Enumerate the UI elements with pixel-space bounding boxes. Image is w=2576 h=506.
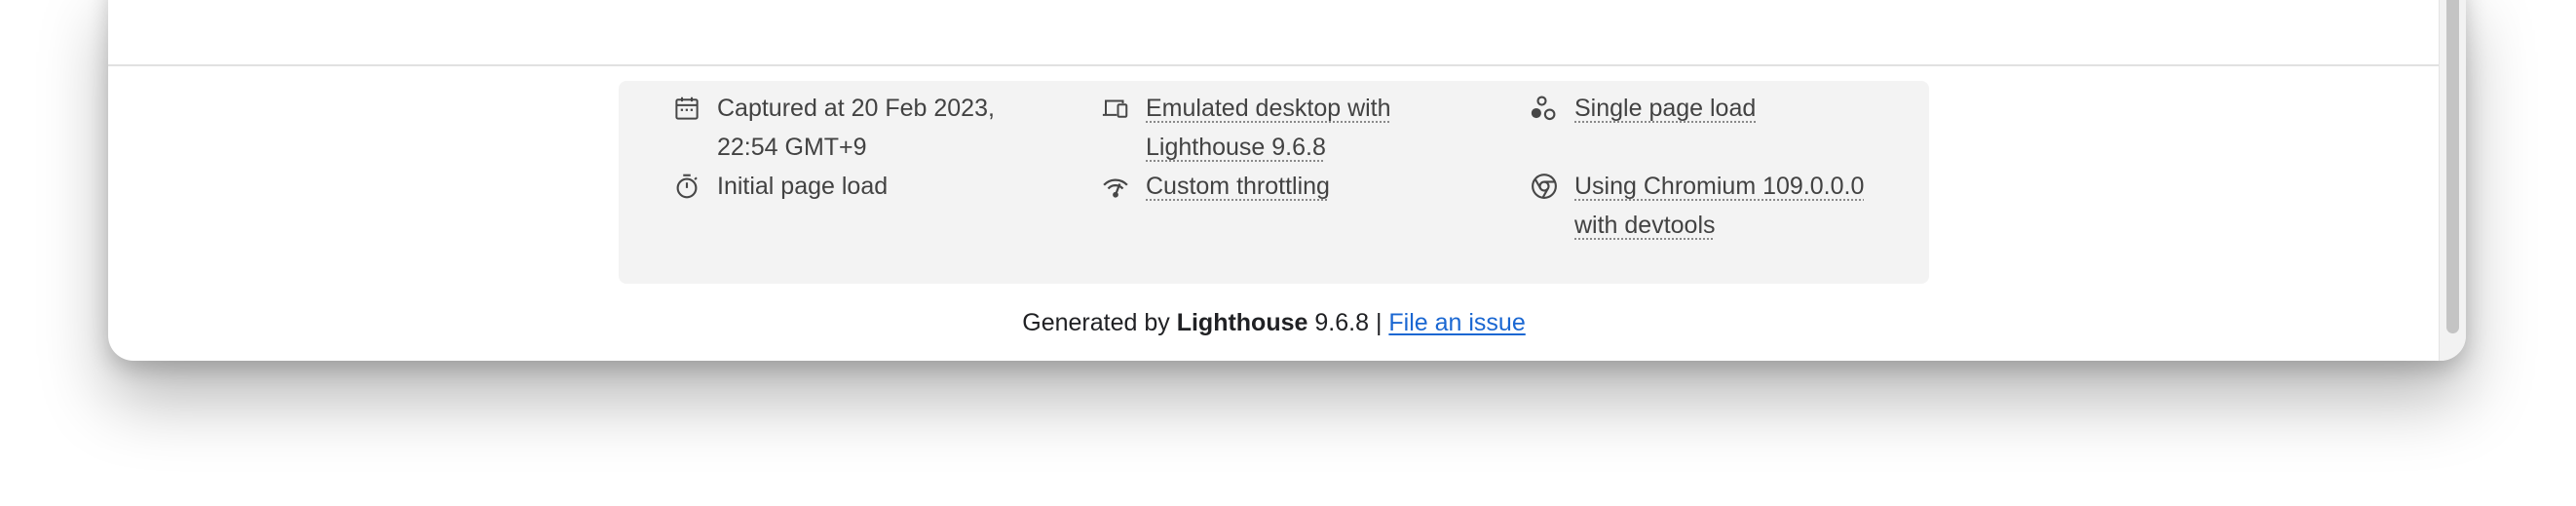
meta-browser[interactable]: Using Chromium 109.0.0.0 with devtools [1530, 167, 1900, 245]
shapes-icon [1530, 89, 1574, 128]
meta-emulated[interactable]: Emulated desktop with Lighthouse 9.6.8 [1101, 89, 1432, 167]
browser-window: Captured at 20 Feb 2023, 22:54 GMT+9 Ini… [108, 0, 2466, 361]
captured-text: Captured at 20 Feb 2023, 22:54 GMT+9 [717, 95, 995, 161]
throttling-text[interactable]: Custom throttling [1146, 167, 1330, 206]
report-footer: Generated by Lighthouse 9.6.8 | File an … [108, 307, 2440, 338]
generated-by-label: Generated by [1022, 309, 1170, 336]
chrome-icon [1530, 167, 1574, 206]
product-version: 9.6.8 [1314, 309, 1369, 336]
stopwatch-icon [672, 167, 717, 206]
scrollbar-thumb[interactable] [2446, 0, 2459, 333]
file-issue-link[interactable]: File an issue [1388, 309, 1525, 336]
product-name: Lighthouse [1176, 309, 1308, 336]
page-load-mode-text[interactable]: Single page load [1574, 89, 1756, 128]
initial-load-text: Initial page load [717, 173, 889, 200]
meta-initial-load: Initial page load [672, 167, 1004, 206]
devices-icon [1101, 89, 1146, 128]
meta-page-load-mode[interactable]: Single page load [1530, 89, 1900, 128]
footer-separator: | [1375, 309, 1383, 336]
runtime-settings-panel: Captured at 20 Feb 2023, 22:54 GMT+9 Ini… [619, 81, 1929, 284]
footer-divider [108, 64, 2440, 66]
meta-throttling[interactable]: Custom throttling [1101, 167, 1432, 206]
calendar-icon [672, 89, 717, 128]
emulated-text[interactable]: Emulated desktop with Lighthouse 9.6.8 [1146, 89, 1432, 167]
vertical-scrollbar[interactable] [2439, 0, 2466, 361]
browser-text[interactable]: Using Chromium 109.0.0.0 with devtools [1574, 167, 1900, 245]
meta-captured: Captured at 20 Feb 2023, 22:54 GMT+9 [672, 89, 1004, 167]
network-gauge-icon [1101, 167, 1146, 206]
